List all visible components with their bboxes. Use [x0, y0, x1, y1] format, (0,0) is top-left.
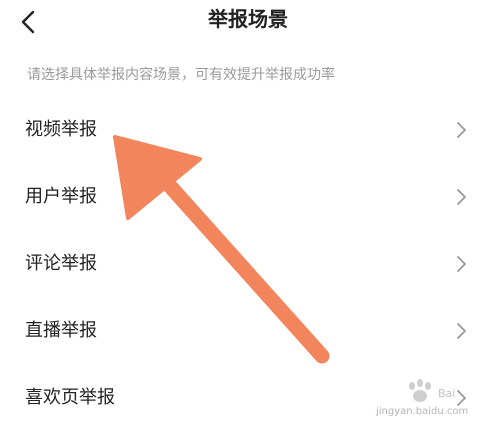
svg-text:Bai: Bai [438, 387, 455, 400]
watermark-text: jingyan.baidu.com [376, 406, 469, 417]
report-scene-page: 举报场景 请选择具体举报内容场景，可有效提升举报成功率 视频举报 用户举报 评论… [0, 0, 496, 432]
hint-text: 请选择具体举报内容场景，可有效提升举报成功率 [27, 67, 335, 83]
baidu-paw-logo: Bai [409, 379, 455, 402]
list-item-user-report[interactable]: 用户举报 [0, 163, 496, 230]
watermark: Bai jingyan.baidu.com [372, 377, 484, 425]
chevron-right-icon [457, 189, 466, 205]
chevron-right-icon [457, 122, 466, 138]
page-title: 举报场景 [208, 7, 288, 31]
chevron-right-icon [457, 256, 466, 272]
item-label: 用户举报 [25, 186, 97, 207]
list-item-live-report[interactable]: 直播举报 [0, 297, 496, 364]
item-label: 喜欢页举报 [25, 387, 115, 408]
item-label: 视频举报 [25, 119, 97, 140]
chevron-right-icon [457, 323, 466, 339]
list-item-video-report[interactable]: 视频举报 [0, 96, 496, 163]
list-item-comment-report[interactable]: 评论举报 [0, 230, 496, 297]
item-label: 直播举报 [25, 320, 97, 341]
nav-bar: 举报场景 [0, 0, 496, 44]
item-label: 评论举报 [25, 253, 97, 274]
